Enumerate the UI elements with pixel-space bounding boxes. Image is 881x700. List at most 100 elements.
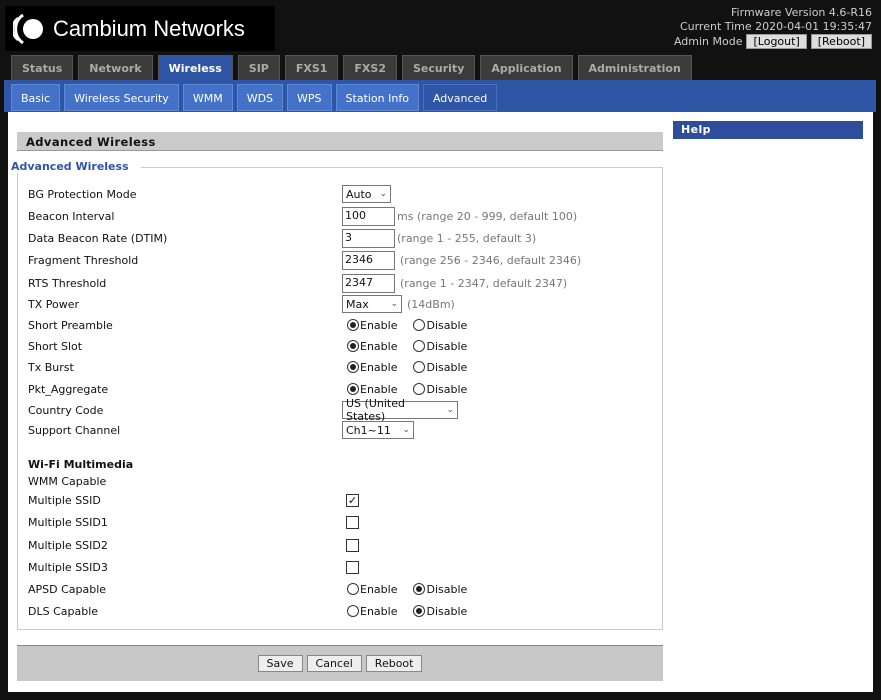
dls-disable-radio[interactable] xyxy=(413,605,426,617)
apsd-disable-radio[interactable] xyxy=(413,583,426,595)
row-multiple-ssid3: Multiple SSID3 xyxy=(28,557,648,577)
subtab-wds[interactable]: WDS xyxy=(236,84,284,111)
label: Short Preamble xyxy=(28,318,113,332)
label: Multiple SSID2 xyxy=(28,538,108,552)
multiple-ssid2-checkbox[interactable] xyxy=(346,538,359,552)
row-bg-protection: BG Protection Mode Auto ⌄ xyxy=(28,184,648,204)
value: Auto xyxy=(346,187,372,201)
label: Multiple SSID xyxy=(28,493,101,507)
save-button[interactable]: Save xyxy=(257,655,303,672)
label: BG Protection Mode xyxy=(28,187,137,201)
row-multiple-ssid: Multiple SSID ✓ xyxy=(28,490,648,510)
label: Country Code xyxy=(28,403,104,417)
wmm-capable-label: WMM Capable xyxy=(28,474,107,488)
tab-application[interactable]: Application xyxy=(480,55,573,80)
cambium-logo-icon xyxy=(13,13,43,44)
logout-button[interactable]: [Logout] xyxy=(746,34,807,49)
section-title: Advanced Wireless xyxy=(17,132,663,151)
tab-fxs2[interactable]: FXS2 xyxy=(343,55,397,80)
disable-label: Disable xyxy=(426,339,468,353)
chevron-down-icon: ⌄ xyxy=(446,405,454,415)
label: Support Channel xyxy=(28,423,121,437)
row-tx-burst: Tx Burst Enable Disable xyxy=(28,357,648,377)
label: Pkt_Aggregate xyxy=(28,382,109,396)
subtab-wireless-security[interactable]: Wireless Security xyxy=(64,84,179,111)
label: Short Slot xyxy=(28,339,83,353)
short-slot-disable-radio[interactable] xyxy=(413,340,426,352)
beacon-interval-input[interactable]: 100 xyxy=(342,206,395,226)
hint: (range 1 - 255, default 3) xyxy=(397,231,537,245)
apsd-enable-radio[interactable] xyxy=(347,583,359,595)
pkt-aggregate-enable-radio[interactable] xyxy=(347,383,359,395)
label: Multiple SSID3 xyxy=(28,560,108,574)
short-slot-enable-radio[interactable] xyxy=(347,340,359,352)
row-fragment: Fragment Threshold 2346 (range 256 - 2346,… xyxy=(28,250,648,270)
label: Data Beacon Rate (DTIM) xyxy=(28,231,168,245)
tx-burst-enable-radio[interactable] xyxy=(347,361,359,373)
row-short-preamble: Short Preamble Enable Disable xyxy=(28,315,648,335)
tab-wireless[interactable]: Wireless xyxy=(157,55,233,81)
dtim-input[interactable]: 3 xyxy=(342,228,395,248)
subtab-basic[interactable]: Basic xyxy=(11,84,61,111)
row-country-code: Country Code US (United States) ⌄ xyxy=(28,397,648,423)
tab-security[interactable]: Security xyxy=(402,55,476,80)
rts-threshold-input[interactable]: 2347 xyxy=(342,273,395,293)
bg-protection-select[interactable]: Auto ⌄ xyxy=(342,185,391,203)
fragment-threshold-input[interactable]: 2346 xyxy=(342,250,395,270)
cambium-logo: Cambium Networks xyxy=(5,6,275,51)
row-pkt-aggregate: Pkt_Aggregate Enable Disable xyxy=(28,379,648,399)
subtab-wps[interactable]: WPS xyxy=(287,84,332,111)
label: Multiple SSID1 xyxy=(28,515,108,529)
dls-enable-radio[interactable] xyxy=(347,605,359,617)
row-multiple-ssid1: Multiple SSID1 xyxy=(28,512,648,532)
disable-label: Disable xyxy=(426,582,468,596)
value: Ch1~11 xyxy=(346,423,391,437)
subtab-advanced[interactable]: Advanced xyxy=(422,84,498,111)
brand-name: Cambium Networks xyxy=(53,15,245,41)
enable-label: Enable xyxy=(360,318,398,332)
tx-power-select[interactable]: Max ⌄ xyxy=(342,295,402,313)
row-apsd: APSD Capable Enable Disable xyxy=(28,579,648,599)
short-preamble-disable-radio[interactable] xyxy=(413,319,426,331)
content-area: Advanced Wireless Help Advanced Wireless… xyxy=(8,112,873,692)
row-multiple-ssid2: Multiple SSID2 xyxy=(28,535,648,555)
label: Fragment Threshold xyxy=(28,253,139,267)
tab-sip[interactable]: SIP xyxy=(237,55,280,80)
label: Tx Burst xyxy=(28,360,74,374)
reboot-button[interactable]: Reboot xyxy=(365,655,423,672)
firmware-version: Firmware Version 4.6-R16 xyxy=(731,6,872,19)
label: RTS Threshold xyxy=(28,276,107,290)
tab-administration[interactable]: Administration xyxy=(577,55,692,80)
tab-status[interactable]: Status xyxy=(11,55,74,80)
tab-network[interactable]: Network xyxy=(78,55,153,80)
pkt-aggregate-disable-radio[interactable] xyxy=(413,383,426,395)
reboot-header-button[interactable]: [Reboot] xyxy=(810,34,872,49)
value: Max xyxy=(346,297,369,311)
multiple-ssid1-checkbox[interactable] xyxy=(346,515,359,529)
subtab-station-info[interactable]: Station Info xyxy=(335,84,419,111)
help-title: Help xyxy=(673,121,863,139)
country-code-select[interactable]: US (United States) ⌄ xyxy=(342,397,458,423)
multiple-ssid-checkbox[interactable]: ✓ xyxy=(346,493,359,507)
tx-burst-disable-radio[interactable] xyxy=(413,361,426,373)
enable-label: Enable xyxy=(360,604,398,618)
label: Beacon Interval xyxy=(28,209,115,223)
tab-fxs1[interactable]: FXS1 xyxy=(284,55,339,80)
support-channel-select[interactable]: Ch1~11 ⌄ xyxy=(342,421,414,439)
cancel-button[interactable]: Cancel xyxy=(306,655,362,672)
label: DLS Capable xyxy=(28,604,99,618)
multiple-ssid3-checkbox[interactable] xyxy=(346,560,359,574)
hint: (14dBm) xyxy=(407,297,455,311)
chevron-down-icon: ⌄ xyxy=(402,425,410,435)
chevron-down-icon: ⌄ xyxy=(390,299,398,309)
subtab-wmm[interactable]: WMM xyxy=(182,84,233,111)
disable-label: Disable xyxy=(426,604,468,618)
disable-label: Disable xyxy=(426,382,468,396)
action-bar: Save Cancel Reboot xyxy=(17,645,663,681)
short-preamble-enable-radio[interactable] xyxy=(347,319,359,331)
row-beacon-interval: Beacon Interval 100 ms (range 20 - 999, de… xyxy=(28,206,648,226)
enable-label: Enable xyxy=(360,382,398,396)
sub-tabs: Basic Wireless Security WMM WDS WPS Stat… xyxy=(4,80,876,112)
current-time: Current Time 2020-04-01 19:35:47 xyxy=(679,20,872,33)
row-tx-power: TX Power Max ⌄ (14dBm) xyxy=(28,294,648,314)
